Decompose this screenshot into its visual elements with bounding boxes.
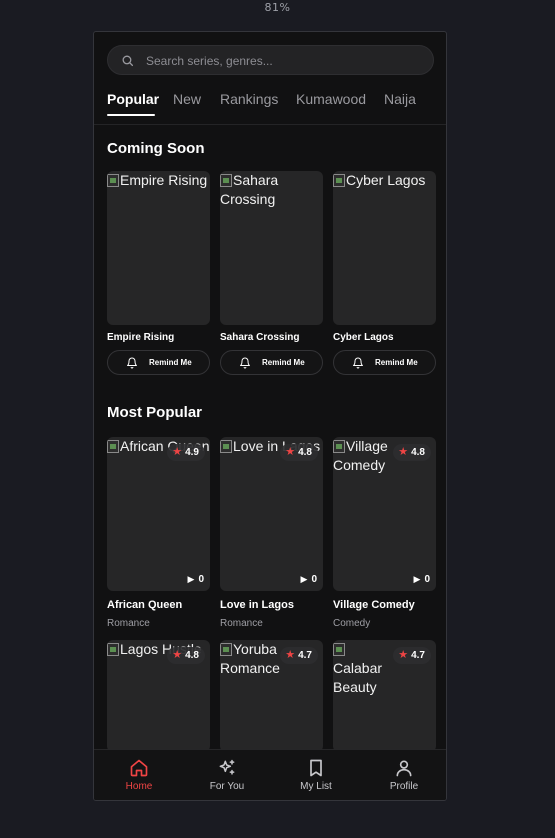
remind-me-button[interactable]: Remind Me: [220, 350, 323, 375]
star-icon: ★: [285, 649, 296, 661]
popular-genre: Romance: [220, 618, 263, 629]
most-popular-title: Most Popular: [107, 404, 203, 421]
popular-poster-african-queen[interactable]: African Queen ★ 4.9 ▶ 0: [107, 437, 210, 591]
broken-image-icon: [107, 174, 119, 187]
popular-title-love-in-lagos: Love in Lagos: [220, 599, 294, 611]
coming-soon-title: Coming Soon: [107, 140, 205, 157]
nav-for-you-label: For You: [209, 781, 245, 792]
bell-icon: [127, 357, 137, 369]
broken-image-icon: [220, 440, 232, 453]
nav-my-list[interactable]: My List: [281, 758, 351, 792]
popular-genre: Romance: [107, 618, 150, 629]
rating-badge: ★ 4.8: [280, 444, 318, 461]
tab-new[interactable]: New: [173, 91, 201, 107]
remind-me-button[interactable]: Remind Me: [107, 350, 210, 375]
popular-poster-love-in-lagos[interactable]: Love in Lagos ★ 4.8 ▶ 0: [220, 437, 323, 591]
popular-poster-yoruba-romance[interactable]: Yoruba Romance ★ 4.7: [220, 640, 323, 752]
divider: [94, 124, 446, 125]
popular-title-african-queen: African Queen: [107, 599, 183, 611]
user-icon: [396, 760, 412, 777]
rating-badge: ★ 4.8: [393, 444, 431, 461]
search-bar[interactable]: [107, 45, 434, 76]
app-window: Popular New Rankings Kumawood Naija Comi…: [93, 31, 447, 801]
play-icon: ▶: [300, 574, 308, 584]
tab-naija[interactable]: Naija: [384, 91, 416, 107]
rating-badge: ★ 4.7: [393, 647, 431, 664]
broken-image-icon: [333, 440, 345, 453]
view-count: ▶ 0: [300, 574, 317, 585]
popular-poster-village-comedy[interactable]: Village Comedy ★ 4.8 ▶ 0: [333, 437, 436, 591]
coming-soon-title-sahara-crossing: Sahara Crossing: [220, 332, 300, 343]
popular-poster-calabar-beauty[interactable]: Calabar Beauty ★ 4.7: [333, 640, 436, 752]
nav-profile-label: Profile: [389, 781, 419, 792]
broken-image-icon: [333, 174, 345, 187]
popular-poster-lagos-hustle[interactable]: Lagos Hustle ★ 4.8: [107, 640, 210, 752]
nav-home-label: Home: [125, 781, 153, 792]
bell-icon: [353, 357, 363, 369]
view-count: ▶ 0: [413, 574, 430, 585]
star-icon: ★: [398, 446, 409, 458]
tab-rankings[interactable]: Rankings: [220, 91, 278, 107]
coming-soon-poster-sahara-crossing[interactable]: Sahara Crossing: [220, 171, 323, 325]
remind-me-label: Remind Me: [375, 358, 418, 367]
poster-alt-text: Cyber Lagos: [333, 171, 425, 190]
poster-alt-text: Empire Rising: [107, 171, 207, 190]
sparkles-icon: [219, 759, 235, 775]
rating-badge: ★ 4.8: [167, 647, 205, 664]
nav-home[interactable]: Home: [104, 758, 174, 792]
category-tabs: Popular New Rankings Kumawood Naija: [107, 91, 446, 117]
popular-title-village-comedy: Village Comedy: [333, 599, 415, 611]
remind-me-button[interactable]: Remind Me: [333, 350, 436, 375]
play-icon: ▶: [413, 574, 421, 584]
nav-for-you[interactable]: For You: [192, 758, 262, 792]
poster-alt-text: Calabar Beauty: [333, 640, 391, 697]
broken-image-icon: [220, 643, 232, 656]
bell-icon: [240, 357, 250, 369]
rating-badge: ★ 4.7: [280, 647, 318, 664]
broken-image-icon: [107, 440, 119, 453]
coming-soon-title-cyber-lagos: Cyber Lagos: [333, 332, 394, 343]
tab-kumawood[interactable]: Kumawood: [296, 91, 366, 107]
zoom-level: 81%: [264, 1, 291, 14]
home-icon: [130, 759, 148, 777]
poster-alt-text: Yoruba Romance: [220, 641, 280, 676]
remind-me-label: Remind Me: [262, 358, 305, 367]
star-icon: ★: [398, 649, 409, 661]
broken-image-icon: [220, 174, 232, 187]
active-tab-indicator: [107, 114, 155, 116]
search-icon: [122, 55, 134, 67]
broken-image-icon: [333, 643, 345, 656]
star-icon: ★: [285, 446, 296, 458]
nav-profile[interactable]: Profile: [369, 758, 439, 792]
poster-alt-text: Village Comedy: [333, 438, 388, 473]
tab-popular[interactable]: Popular: [107, 91, 159, 107]
coming-soon-poster-empire-rising[interactable]: Empire Rising: [107, 171, 210, 325]
coming-soon-title-empire-rising: Empire Rising: [107, 332, 175, 343]
bookmark-icon: [310, 759, 322, 777]
star-icon: ★: [172, 446, 183, 458]
remind-me-label: Remind Me: [149, 358, 192, 367]
poster-alt-text: Sahara Crossing: [220, 172, 279, 207]
bottom-nav: Home For You My List Profile: [94, 749, 446, 800]
nav-my-list-label: My List: [300, 781, 332, 792]
popular-genre: Comedy: [333, 618, 371, 629]
star-icon: ★: [172, 649, 183, 661]
coming-soon-poster-cyber-lagos[interactable]: Cyber Lagos: [333, 171, 436, 325]
broken-image-icon: [107, 643, 119, 656]
rating-badge: ★ 4.9: [167, 444, 205, 461]
view-count: ▶ 0: [187, 574, 204, 585]
search-input[interactable]: [144, 46, 428, 76]
play-icon: ▶: [187, 574, 195, 584]
